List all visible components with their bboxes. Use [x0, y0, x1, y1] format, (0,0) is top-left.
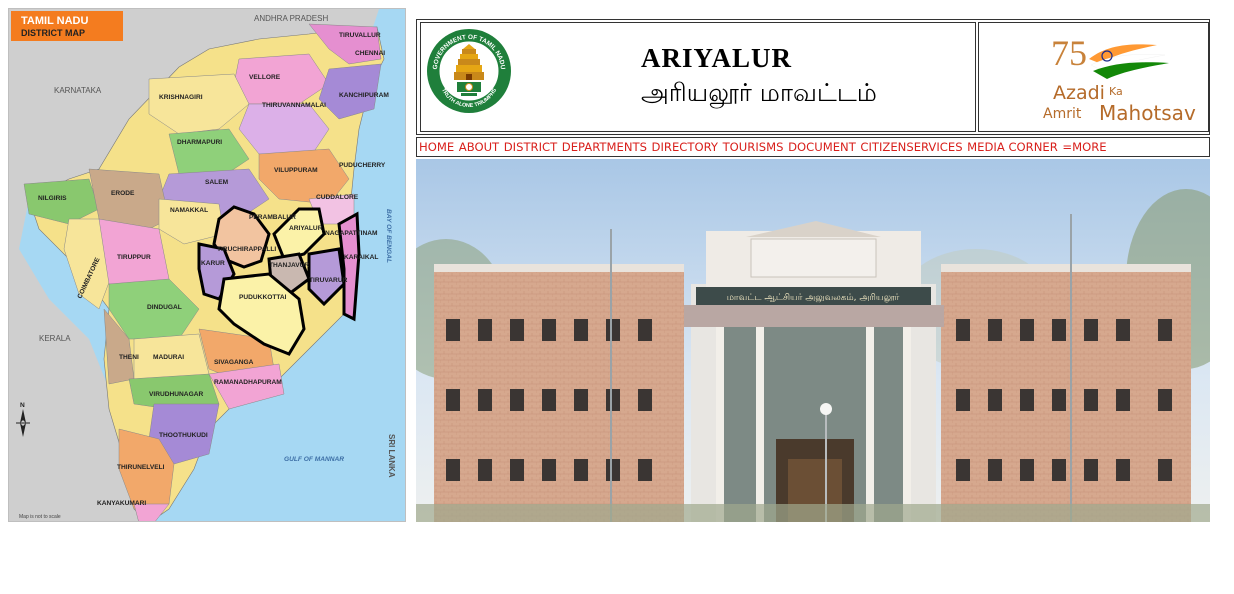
- district-label: TIRUVALLUR: [339, 32, 381, 39]
- district-label: KRISHNAGIRI: [159, 94, 203, 101]
- district-map-svg: BAY OF BENGAL GULF OF MANNAR SRI LANKA A…: [9, 9, 405, 521]
- district-label: MADURAI: [153, 354, 184, 361]
- site-header: GOVERNMENT OF TAMIL NADU TRUTH ALONE TRI…: [416, 19, 1210, 135]
- karnataka-label: KARNATAKA: [54, 86, 102, 95]
- azadi-ka-amrit-mahotsav-logo[interactable]: 75 Azadi Ka Amrit Mahotsav: [978, 22, 1209, 132]
- district-name-tamil: அரியலூர் மாவட்டம்: [641, 78, 877, 107]
- district-label: THIRUVANNAMALAI: [262, 102, 326, 109]
- district-label: ARIYALUR: [289, 225, 323, 232]
- mahotsav-word: Mahotsav: [1099, 101, 1196, 125]
- nav-citizen-services[interactable]: CITIZENSERVICES: [860, 140, 962, 154]
- amrit-word: Amrit: [1043, 106, 1082, 122]
- tamil-nadu-district-map: BAY OF BENGAL GULF OF MANNAR SRI LANKA A…: [8, 8, 406, 522]
- district-label: TIRUCHIRAPPALLI: [217, 246, 276, 253]
- district-label: VELLORE: [249, 74, 281, 81]
- gulf-of-mannar-label: GULF OF MANNAR: [284, 456, 344, 463]
- district-label: ERODE: [111, 190, 135, 197]
- district-label: NAMAKKAL: [170, 207, 208, 214]
- district-label: THANJAVUR: [269, 262, 309, 269]
- svg-text:N: N: [20, 402, 25, 409]
- map-scale-note: Map is not to scale: [19, 514, 61, 520]
- ka-word: Ka: [1109, 85, 1123, 98]
- main-navigation: HOME ABOUT DISTRICT DEPARTMENTS DIRECTOR…: [416, 137, 1210, 157]
- azadi-75-number: 75: [1051, 33, 1087, 73]
- district-label: NILGIRIS: [38, 195, 67, 202]
- district-label: NAGAPATTINAM: [325, 230, 378, 237]
- nav-tourisms[interactable]: TOURISMS: [723, 140, 784, 154]
- district-label: KARUR: [201, 260, 225, 267]
- andhra-pradesh-label: ANDHRA PRADESH: [254, 14, 328, 23]
- bay-of-bengal-label: BAY OF BENGAL: [385, 209, 392, 263]
- district-label: THIRUNELVELI: [117, 464, 165, 471]
- district-label: DINDUGAL: [147, 304, 182, 311]
- district-label: VIRUDHUNAGAR: [149, 391, 203, 398]
- district-label: RAMANADHAPURAM: [214, 379, 282, 386]
- district-label: CHENNAI: [355, 50, 385, 57]
- district-label: TIRUPPUR: [117, 254, 151, 261]
- azadi-logo-icon: 75 Azadi Ka Amrit Mahotsav: [1043, 33, 1196, 125]
- nav-departments[interactable]: DEPARTMENTS: [562, 140, 647, 154]
- azadi-word: Azadi: [1053, 82, 1105, 104]
- nav-district[interactable]: DISTRICT: [504, 140, 557, 154]
- building-illustration: மாவட்ட ஆட்சியர் அலுவலகம், அரியலூர்: [416, 159, 1210, 522]
- district-label: KANCHIPURAM: [339, 92, 389, 99]
- nav-about[interactable]: ABOUT: [459, 140, 499, 154]
- building-sign-text: மாவட்ட ஆட்சியர் அலுவலகம், அரியலூர்: [727, 293, 900, 303]
- district-label: THOOTHUKUDI: [159, 432, 208, 439]
- district-website: GOVERNMENT OF TAMIL NADU TRUTH ALONE TRI…: [416, 8, 1210, 522]
- nav-document[interactable]: DOCUMENT: [788, 140, 856, 154]
- district-label: DHARMAPURI: [177, 139, 222, 146]
- map-title-line2: DISTRICT MAP: [21, 28, 85, 38]
- district-label: VILUPPURAM: [274, 167, 318, 174]
- nav-home[interactable]: HOME: [419, 140, 454, 154]
- tamil-nadu-emblem-icon[interactable]: GOVERNMENT OF TAMIL NADU TRUTH ALONE TRI…: [425, 27, 513, 115]
- puducherry-label: PUDUCHERRY: [339, 162, 386, 169]
- nav-media-corner[interactable]: MEDIA CORNER: [967, 140, 1058, 154]
- district-label: PERAMBALUR: [249, 214, 296, 221]
- map-title-line1: TAMIL NADU: [21, 15, 88, 27]
- collectorate-building-photo: மாவட்ட ஆட்சியர் அலுவலகம், அரியலூர்: [416, 159, 1210, 522]
- district-label: SIVAGANGA: [214, 359, 254, 366]
- district-label: SALEM: [205, 179, 229, 186]
- district-label: TIRUVARUR: [309, 277, 348, 284]
- district-label: KANYAKUMARI: [97, 500, 146, 507]
- nav-more[interactable]: =MORE: [1062, 140, 1106, 154]
- district-title-cell: GOVERNMENT OF TAMIL NADU TRUTH ALONE TRI…: [420, 22, 976, 132]
- district-label: THENI: [119, 354, 139, 361]
- nav-directory[interactable]: DIRECTORY: [652, 140, 718, 154]
- kerala-label: KERALA: [39, 334, 71, 343]
- sri-lanka-label: SRI LANKA: [387, 434, 396, 478]
- karaikal-label: KARAIKAL: [344, 254, 378, 261]
- district-label: CUDDALORE: [316, 194, 359, 201]
- district-label: PUDUKKOTTAI: [239, 294, 287, 301]
- district-name-english: ARIYALUR: [641, 43, 793, 73]
